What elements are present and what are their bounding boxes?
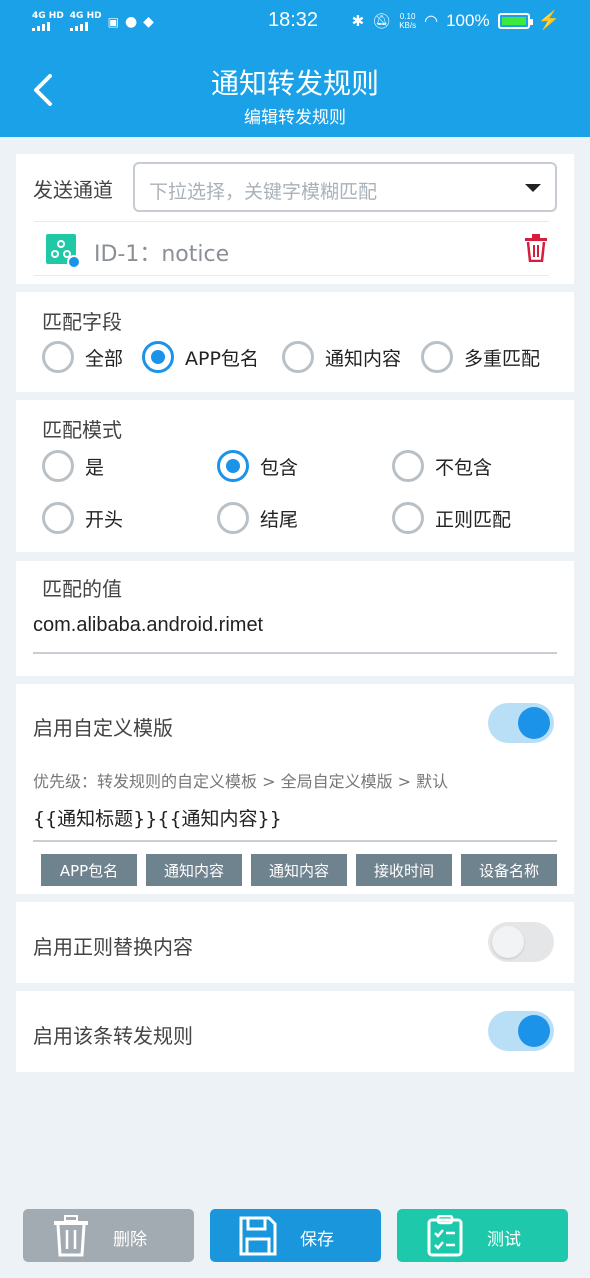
chip-device-name[interactable]: 设备名称 xyxy=(461,854,557,886)
page-subtitle: 编辑转发规则 xyxy=(244,108,346,128)
radio-mode-regex[interactable]: 正则匹配 xyxy=(392,502,511,534)
selected-channel-name: ID-1：notice xyxy=(94,242,230,267)
location-icon: ● xyxy=(124,13,138,30)
trash-icon[interactable] xyxy=(523,234,549,262)
radio-match-field-all[interactable]: 全部 xyxy=(42,341,123,373)
radio-mode-not-contains[interactable]: 不包含 xyxy=(392,450,492,482)
app-header: 4G HD 4G HD ▣ ● ◆ 18:32 ✱ 🔕︎ 0.10 KB/s ◠ … xyxy=(0,0,590,137)
radio-mode-contains[interactable]: 包含 xyxy=(217,450,298,482)
radio-match-field-multi[interactable]: 多重匹配 xyxy=(421,341,540,373)
notification-icon: ▣ xyxy=(107,14,119,29)
signal-2: 4G HD xyxy=(69,12,102,31)
template-underline xyxy=(33,840,557,842)
match-mode-label: 匹配模式 xyxy=(42,418,122,442)
battery-percent: 100% xyxy=(446,10,490,30)
save-button-label: 保存 xyxy=(300,1230,334,1250)
net-speed: 0.10 KB/s xyxy=(399,11,417,30)
delete-button-label: 删除 xyxy=(113,1230,147,1250)
chip-app-package[interactable]: APP包名 xyxy=(41,854,137,886)
chevron-down-icon xyxy=(525,184,541,192)
checklist-icon xyxy=(427,1215,463,1257)
custom-template-label: 启用自定义模版 xyxy=(33,716,173,740)
wifi-icon: ◠ xyxy=(424,12,439,30)
template-input[interactable]: {{通知标题}}{{通知内容}} xyxy=(33,804,282,831)
radio-match-field-app[interactable]: APP包名 xyxy=(142,341,259,373)
app-notification-icon: ◆ xyxy=(143,13,154,30)
channel-select[interactable]: 下拉选择，关键字模糊匹配 xyxy=(133,162,557,212)
regex-replace-label: 启用正则替换内容 xyxy=(33,935,193,959)
channel-label: 发送通道 xyxy=(33,178,113,202)
signal-1: 4G HD xyxy=(32,12,64,31)
test-button-label: 测试 xyxy=(487,1230,521,1250)
radio-mode-ends[interactable]: 结尾 xyxy=(217,502,298,534)
chip-notify-content[interactable]: 通知内容 xyxy=(146,854,242,886)
rule-enabled-card: 启用该条转发规则 xyxy=(16,991,574,1072)
rule-enabled-toggle[interactable] xyxy=(488,1011,554,1051)
bluetooth-icon: ✱ xyxy=(351,12,365,30)
channel-card: 发送通道 下拉选择，关键字模糊匹配 ID-1：notice xyxy=(16,154,574,284)
custom-template-toggle[interactable] xyxy=(488,703,554,743)
match-value-card: 匹配的值 com.alibaba.android.rimet xyxy=(16,561,574,676)
mute-icon: 🔕︎ xyxy=(372,12,392,30)
template-variable-chips: APP包名 通知内容 通知内容 接收时间 设备名称 xyxy=(41,854,557,886)
radio-mode-is[interactable]: 是 xyxy=(42,450,104,482)
page-title: 通知转发规则 xyxy=(210,67,379,100)
regex-replace-card: 启用正则替换内容 xyxy=(16,902,574,983)
status-bar: 4G HD 4G HD ▣ ● ◆ 18:32 ✱ 🔕︎ 0.10 KB/s ◠ … xyxy=(0,0,590,46)
trash-icon xyxy=(54,1215,88,1257)
match-mode-card: 匹配模式 是 包含 不包含 开头 结尾 正则匹配 xyxy=(16,400,574,552)
charging-icon: ⚡ xyxy=(537,10,560,30)
rule-enabled-label: 启用该条转发规则 xyxy=(33,1024,193,1048)
radio-mode-starts[interactable]: 开头 xyxy=(42,502,123,534)
delete-button[interactable]: 删除 xyxy=(23,1209,194,1262)
match-value-input[interactable]: com.alibaba.android.rimet xyxy=(33,614,263,637)
status-time: 18:32 xyxy=(268,9,319,31)
save-button[interactable]: 保存 xyxy=(210,1209,381,1262)
custom-template-card: 启用自定义模版 优先级：转发规则的自定义模板 > 全局自定义模版 > 默认 {{… xyxy=(16,684,574,894)
channel-select-placeholder: 下拉选择，关键字模糊匹配 xyxy=(149,181,378,203)
test-button[interactable]: 测试 xyxy=(397,1209,568,1262)
match-field-label: 匹配字段 xyxy=(42,310,122,334)
regex-replace-toggle[interactable] xyxy=(488,922,554,962)
save-icon xyxy=(239,1216,277,1256)
chip-notify-content-2[interactable]: 通知内容 xyxy=(251,854,347,886)
template-priority-hint: 优先级：转发规则的自定义模板 > 全局自定义模版 > 默认 xyxy=(33,772,449,791)
match-value-underline xyxy=(33,652,557,654)
match-value-label: 匹配的值 xyxy=(42,577,122,601)
radio-match-field-content[interactable]: 通知内容 xyxy=(282,341,401,373)
match-field-card: 匹配字段 全部 APP包名 通知内容 多重匹配 xyxy=(16,292,574,392)
battery-icon xyxy=(497,12,533,29)
chip-receive-time[interactable]: 接收时间 xyxy=(356,854,452,886)
webhook-icon xyxy=(46,234,81,269)
selected-channel-row: ID-1：notice xyxy=(34,221,549,276)
